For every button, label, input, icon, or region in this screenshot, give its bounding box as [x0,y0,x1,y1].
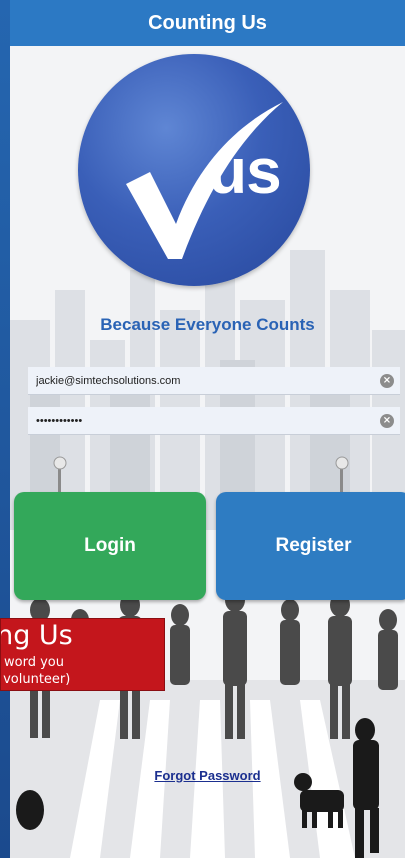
logo-text: us [208,135,282,207]
password-field-container: ⨯ [28,407,400,435]
email-field[interactable] [36,372,356,390]
forgot-password-link[interactable]: Forgot Password [10,768,405,783]
app-header: Counting Us [10,0,405,46]
app-screen: Counting Us us Because Everyone Counts ⨯… [10,0,405,858]
clear-password-icon[interactable]: ⨯ [380,414,394,428]
callout-line-1: word you [4,655,64,670]
register-button-label: Register [275,535,352,556]
login-button-label: Login [84,535,136,556]
login-button[interactable]: Login [14,492,206,600]
app-tagline: Because Everyone Counts [100,315,315,334]
app-logo: us [78,54,310,286]
app-title: Counting Us [148,12,267,34]
password-field[interactable] [36,412,356,430]
annotation-callout: ting Us word you a volunteer) [0,618,165,691]
callout-title: ting Us [1,620,73,651]
email-field-container: ⨯ [28,367,400,395]
crowd-illustration [10,588,405,858]
callout-line-2: a volunteer) [1,672,71,687]
window-frame [0,0,10,858]
register-button[interactable]: Register [216,492,405,600]
clear-email-icon[interactable]: ⨯ [380,374,394,388]
